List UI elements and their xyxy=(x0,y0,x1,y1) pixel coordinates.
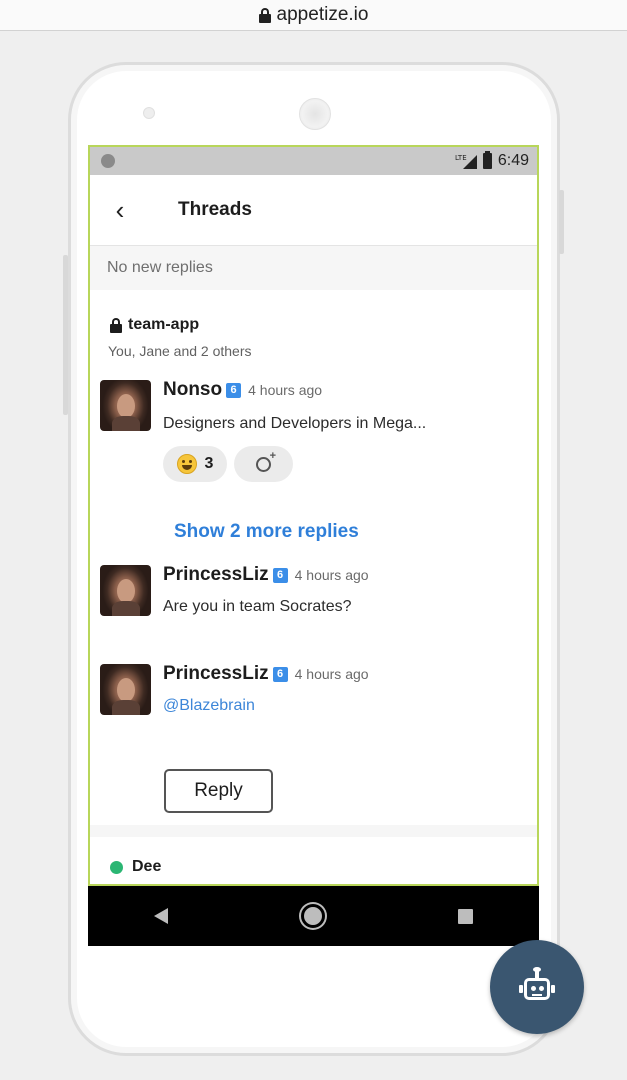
grinning-face-icon xyxy=(176,454,197,474)
message-item: PrincessLiz 6 4 hours ago @Blazebrain xyxy=(90,663,537,733)
no-new-replies-banner: No new replies xyxy=(90,246,537,290)
reply-button[interactable]: Reply xyxy=(164,769,273,813)
battery-icon xyxy=(482,151,492,169)
message-time: 4 hours ago xyxy=(248,382,323,398)
show-more-replies-link[interactable]: Show 2 more replies xyxy=(174,521,359,543)
member-badge: 6 xyxy=(272,666,288,682)
nav-recents-icon[interactable] xyxy=(457,908,473,924)
robot-icon xyxy=(518,967,556,1006)
browser-url: appetize.io xyxy=(276,4,369,25)
message-author[interactable]: PrincessLiz xyxy=(163,564,269,586)
message-mention[interactable]: @Blazebrain xyxy=(163,697,369,715)
next-thread-name: Dee xyxy=(132,858,162,875)
thread-channel[interactable]: team-app xyxy=(90,290,537,334)
phone-side-button xyxy=(63,255,68,415)
phone-side-button xyxy=(559,190,564,254)
private-lock-icon xyxy=(110,317,122,333)
status-bar: LTE 6:49 xyxy=(90,147,537,175)
front-sensor xyxy=(143,107,155,119)
device-screen: LTE 6:49 ‹ Threads No new replies team-a… xyxy=(88,145,539,886)
next-thread-header[interactable]: Dee xyxy=(110,858,161,876)
add-reaction-icon xyxy=(256,450,276,472)
earpiece xyxy=(299,98,331,130)
notification-dot-icon xyxy=(101,154,115,168)
back-button[interactable]: ‹ xyxy=(90,175,150,245)
svg-text:LTE: LTE xyxy=(455,154,467,162)
message-time: 4 hours ago xyxy=(294,567,369,583)
message-author[interactable]: Nonso xyxy=(163,379,222,401)
nav-back-icon[interactable] xyxy=(154,908,169,924)
page-title: Threads xyxy=(178,199,252,220)
reaction-chip[interactable]: 3 xyxy=(163,446,227,482)
member-badge: 6 xyxy=(226,382,242,398)
status-time: 6:49 xyxy=(497,152,529,169)
app-bar: ‹ Threads xyxy=(90,175,537,246)
channel-name: team-app xyxy=(128,316,200,333)
lte-signal-icon: LTE xyxy=(455,154,477,169)
online-status-icon xyxy=(110,860,123,874)
thread-card: team-app You, Jane and 2 others Nonso 6 … xyxy=(90,290,537,884)
banner-text: No new replies xyxy=(107,259,213,276)
add-reaction-button[interactable] xyxy=(234,446,293,482)
lock-icon xyxy=(258,7,271,23)
message-item: Nonso 6 4 hours ago Designers and Develo… xyxy=(90,379,537,499)
reaction-count: 3 xyxy=(204,455,214,472)
avatar[interactable] xyxy=(100,380,151,431)
message-time: 4 hours ago xyxy=(294,666,369,682)
android-nav-bar xyxy=(88,886,539,946)
browser-url-bar[interactable]: appetize.io xyxy=(0,0,627,31)
member-badge: 6 xyxy=(272,567,288,583)
thread-divider xyxy=(90,825,537,837)
message-text: Designers and Developers in Mega... xyxy=(163,415,427,432)
message-item: PrincessLiz 6 4 hours ago Are you in tea… xyxy=(90,564,537,634)
avatar[interactable] xyxy=(100,664,151,715)
thread-participants: You, Jane and 2 others xyxy=(108,343,252,359)
back-chevron-icon: ‹ xyxy=(115,194,125,225)
nav-home-icon[interactable] xyxy=(300,904,325,928)
assistant-fab-button[interactable] xyxy=(490,940,584,1034)
message-author[interactable]: PrincessLiz xyxy=(163,663,269,685)
avatar[interactable] xyxy=(100,565,151,616)
message-text: Are you in team Socrates? xyxy=(163,598,352,615)
